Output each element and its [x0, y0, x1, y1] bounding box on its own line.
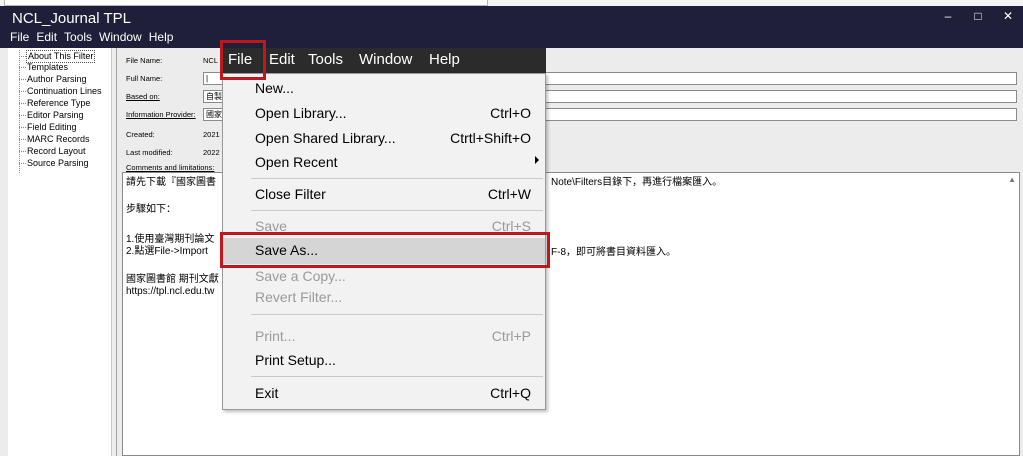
main-menu-bar: File Edit Tools Window Help [10, 29, 173, 45]
tree-item-marc-records[interactable]: MARC Records [19, 134, 90, 145]
comment-line-1-tail: Note\Filters目錄下，再進行檔案匯入。 [551, 177, 723, 188]
menu-item-exit-shortcut: Ctrl+Q [490, 385, 531, 401]
menu-item-print[interactable]: Print... Ctrl+P [223, 324, 545, 350]
comment-line-1: 請先下載『國家圖書 [126, 177, 216, 188]
menu-separator [251, 210, 543, 211]
menu-item-exit-label: Exit [255, 385, 279, 401]
menu-item-open-recent-label: Open Recent [255, 154, 338, 170]
comment-line-2: 步驟如下： [126, 204, 176, 215]
menu-item-open-shared-shortcut: Ctrtl+Shift+O [450, 130, 531, 146]
maximize-button[interactable]: □ [963, 6, 993, 26]
menu-separator [251, 178, 543, 179]
menu-item-open-recent[interactable]: Open Recent [223, 150, 545, 176]
window-controls: – □ ✕ [933, 6, 1023, 26]
popup-menu-window[interactable]: Window [359, 51, 412, 69]
menu-file[interactable]: File [10, 29, 29, 45]
info-provider-label: Information Provider: [126, 110, 196, 119]
menu-item-open-shared-label: Open Shared Library... [255, 130, 396, 146]
menu-item-exit[interactable]: Exit Ctrl+Q [223, 381, 545, 407]
menu-item-print-setup[interactable]: Print Setup... [223, 348, 545, 374]
tree-item-field-editing[interactable]: Field Editing [19, 122, 77, 133]
file-name-value: NCL [203, 56, 219, 65]
popup-menu-tools[interactable]: Tools [308, 51, 343, 69]
popup-menu-bar: File Edit Tools Window Help [222, 48, 546, 73]
filter-sections-tree: About This Filter Templates Author Parsi… [8, 48, 112, 456]
highlight-box-save-as [220, 232, 550, 268]
scroll-up-arrow-icon[interactable]: ▲ [1008, 175, 1016, 184]
tree-item-record-layout[interactable]: Record Layout [19, 146, 86, 157]
last-modified-value: 2022 [203, 148, 220, 157]
menu-item-print-shortcut: Ctrl+P [491, 328, 531, 344]
app-title: NCL_Journal TPL [12, 10, 131, 27]
menu-item-print-label: Print... [255, 328, 296, 344]
menu-help[interactable]: Help [149, 29, 174, 45]
menu-edit[interactable]: Edit [36, 29, 57, 45]
comment-line-6: https://tpl.ncl.edu.tw [126, 286, 215, 297]
close-button[interactable]: ✕ [993, 6, 1023, 26]
menu-item-new-label: New... [255, 80, 294, 96]
menu-item-close-filter-shortcut: Ctrl+W [487, 186, 531, 202]
comment-line-4-tail: F-8，即可將書目資料匯入。 [551, 247, 676, 258]
comment-line-3: 1.使用臺灣期刊論文 [126, 234, 215, 245]
popup-menu-edit[interactable]: Edit [269, 51, 295, 69]
menu-item-revert-filter[interactable]: Revert Filter... [223, 285, 545, 311]
menu-item-save-copy-label: Save a Copy... [255, 268, 346, 284]
minimize-button[interactable]: – [933, 6, 963, 26]
tree-item-reference-type[interactable]: Reference Type [18, 98, 90, 109]
menu-tools[interactable]: Tools [64, 29, 92, 45]
menu-window[interactable]: Window [99, 29, 142, 45]
tree-connector [19, 50, 20, 173]
submenu-arrow-icon [535, 156, 539, 164]
tree-item-author-parsing[interactable]: Author Parsing [19, 74, 87, 85]
menu-item-open-library[interactable]: Open Library... Ctrl+O [223, 101, 545, 127]
popup-menu-help[interactable]: Help [429, 51, 460, 69]
highlight-box-file-menu [220, 40, 266, 80]
menu-item-print-setup-label: Print Setup... [255, 352, 336, 368]
menu-separator [251, 314, 543, 315]
menu-item-open-library-shortcut: Ctrl+O [490, 105, 531, 121]
menu-item-open-shared-library[interactable]: Open Shared Library... Ctrtl+Shift+O [223, 126, 545, 152]
created-value: 2021 [203, 130, 220, 139]
tree-item-continuation-lines[interactable]: Continuation Lines [19, 86, 102, 97]
comment-line-4: 2.點選File->Import [126, 246, 208, 257]
file-name-label: File Name: [126, 56, 163, 65]
full-name-label: Full Name: [126, 74, 163, 83]
comment-line-5: 國家圖書館 期刊文獻 [126, 274, 219, 285]
tree-item-templates[interactable]: Templates [18, 62, 68, 73]
menu-item-close-filter-label: Close Filter [255, 186, 326, 202]
created-label: Created: [126, 130, 155, 139]
menu-item-revert-label: Revert Filter... [255, 289, 343, 305]
tree-item-editor-parsing[interactable]: Editor Parsing [19, 110, 84, 121]
title-bar: NCL_Journal TPL File Edit Tools Window H… [0, 6, 1023, 48]
menu-item-open-library-label: Open Library... [255, 105, 347, 121]
tree-item-source-parsing[interactable]: Source Parsing [19, 158, 89, 169]
last-modified-label: Last modified: [126, 148, 173, 157]
menu-item-close-filter[interactable]: Close Filter Ctrl+W [223, 182, 545, 208]
screen: NCL_Journal TPL File Edit Tools Window H… [0, 0, 1023, 456]
menu-item-new[interactable]: New... [223, 76, 545, 102]
menu-separator [251, 376, 543, 377]
based-on-label: Based on: [126, 92, 160, 101]
